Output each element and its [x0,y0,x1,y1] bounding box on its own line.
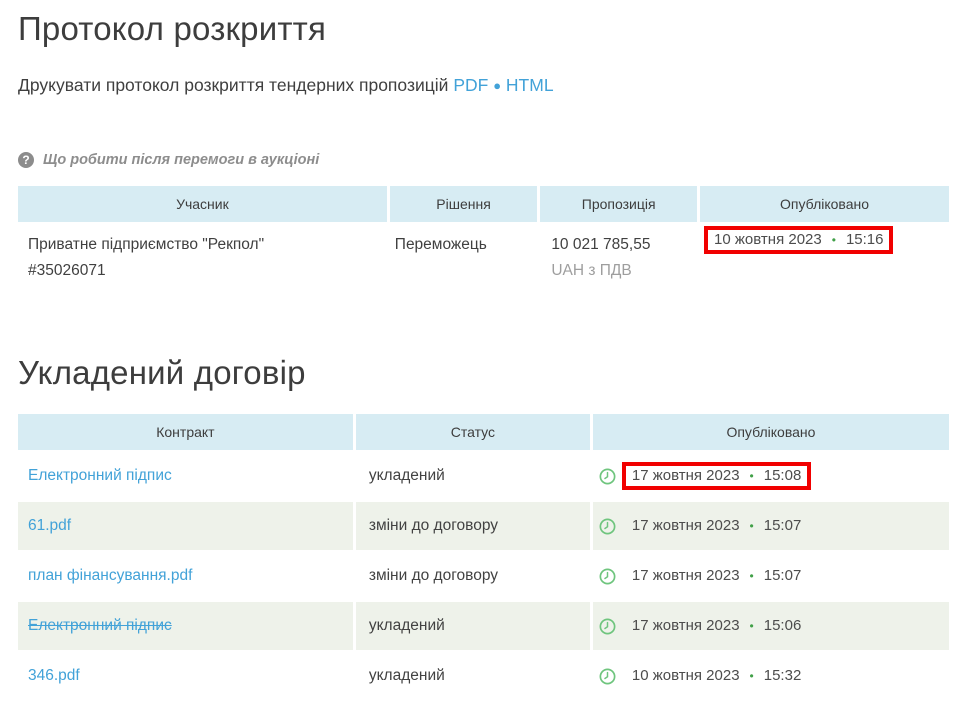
dot-separator: • [750,569,754,583]
dot-separator: • [750,519,754,533]
clock-icon [599,668,616,685]
published-value: 10 жовтня 2023 • 15:32 [622,662,811,690]
clock-icon [599,618,616,635]
published-cell: 17 жовтня 2023 • 15:08 [593,452,949,500]
clock-icon [599,518,616,535]
question-circle-icon: ? [18,152,34,168]
page-title: Протокол розкриття [18,10,949,48]
published-time: 15:06 [764,617,802,634]
proposal-amount: 10 021 785,55 [551,232,689,258]
published-annotation-box: 10 жовтня 2023 • 15:16 [704,226,893,254]
disclosure-table: Учасник Рішення Пропозиція Опубліковано … [15,184,952,312]
disclosure-table-row: Приватне підприємство "Рекпол" #35026071… [18,224,949,310]
status-cell: укладений [356,452,590,500]
contract-table: Контракт Статус Опубліковано Електронний… [15,412,952,702]
html-link[interactable]: HTML [506,75,554,95]
pdf-link[interactable]: PDF [453,75,488,95]
dot-separator: • [750,669,754,683]
contract-file-link[interactable]: 61.pdf [28,517,71,534]
contract-cell: план фінансування.pdf [18,552,353,600]
col-header-status: Статус [356,414,590,450]
contract-file-link[interactable]: план фінансування.pdf [28,567,192,584]
participant-cell: Приватне підприємство "Рекпол" #35026071 [18,224,387,310]
dot-separator: • [832,233,836,247]
print-protocol-text: Друкувати протокол розкриття тендерних п… [18,75,448,95]
clock-icon [599,468,616,485]
contract-table-header-row: Контракт Статус Опубліковано [18,414,949,450]
published-value: 17 жовтня 2023 • 15:06 [622,612,811,640]
published-date: 10 жовтня 2023 [632,667,740,684]
status-cell: укладений [356,602,590,650]
page-content: Протокол розкриття Друкувати протокол ро… [0,0,967,702]
published-cell: 10 жовтня 2023 • 15:32 [593,652,949,700]
link-separator-bullet: ● [493,78,501,93]
contract-row: Електронний підпис укладений 17 жовтня 2… [18,602,949,650]
published-cell: 17 жовтня 2023 • 15:07 [593,502,949,550]
participant-id: #35026071 [28,258,379,284]
status-cell: укладений [356,652,590,700]
published-date: 17 жовтня 2023 [632,567,740,584]
section-title-contract: Укладений договір [18,354,949,392]
col-header-published: Опубліковано [700,186,949,222]
contract-cell: Електронний підпис [18,452,353,500]
published-cell: 17 жовтня 2023 • 15:07 [593,552,949,600]
print-protocol-line: Друкувати протокол розкриття тендерних п… [18,75,949,96]
col-header-decision: Рішення [390,186,538,222]
contract-row: 346.pdf укладений 10 жовтня 2023 • 15:32 [18,652,949,700]
published-time: 15:16 [846,231,884,248]
published-date: 17 жовтня 2023 [632,467,740,484]
clock-icon [599,568,616,585]
published-time: 15:07 [764,567,802,584]
contract-cell: 346.pdf [18,652,353,700]
published-time: 15:32 [764,667,802,684]
contract-row: план фінансування.pdf зміни до договору … [18,552,949,600]
published-time: 15:08 [764,467,802,484]
col-header-participant: Учасник [18,186,387,222]
published-annotation-box: 17 жовтня 2023 • 15:08 [622,462,811,490]
contract-file-link-cancelled[interactable]: Електронний підпис [28,617,172,634]
dot-separator: • [750,469,754,483]
participant-name: Приватне підприємство "Рекпол" [28,232,379,258]
help-link-label: Що робити після перемоги в аукціоні [43,152,319,168]
published-cell: 17 жовтня 2023 • 15:06 [593,602,949,650]
published-date: 17 жовтня 2023 [632,517,740,534]
decision-cell: Переможець [390,224,538,310]
contract-row: Електронний підпис укладений 17 жовтня 2… [18,452,949,500]
contract-row: 61.pdf зміни до договору 17 жовтня 2023 … [18,502,949,550]
published-value: 17 жовтня 2023 • 15:07 [622,562,811,590]
contract-cell: Електронний підпис [18,602,353,650]
proposal-cell: 10 021 785,55 UAH з ПДВ [540,224,697,310]
published-cell: 10 жовтня 2023 • 15:16 [700,224,949,310]
col-header-published: Опубліковано [593,414,949,450]
dot-separator: • [750,619,754,633]
col-header-contract: Контракт [18,414,353,450]
published-date: 10 жовтня 2023 [714,231,822,248]
contract-cell: 61.pdf [18,502,353,550]
contract-file-link[interactable]: 346.pdf [28,667,80,684]
status-cell: зміни до договору [356,552,590,600]
published-time: 15:07 [764,517,802,534]
contract-file-link[interactable]: Електронний підпис [28,467,172,484]
status-cell: зміни до договору [356,502,590,550]
col-header-proposal: Пропозиція [540,186,697,222]
published-date: 17 жовтня 2023 [632,617,740,634]
published-value: 17 жовтня 2023 • 15:07 [622,512,811,540]
disclosure-table-header-row: Учасник Рішення Пропозиція Опубліковано [18,186,949,222]
help-link[interactable]: ? Що робити після перемоги в аукціоні [18,152,949,168]
proposal-currency: UAH з ПДВ [551,258,689,284]
